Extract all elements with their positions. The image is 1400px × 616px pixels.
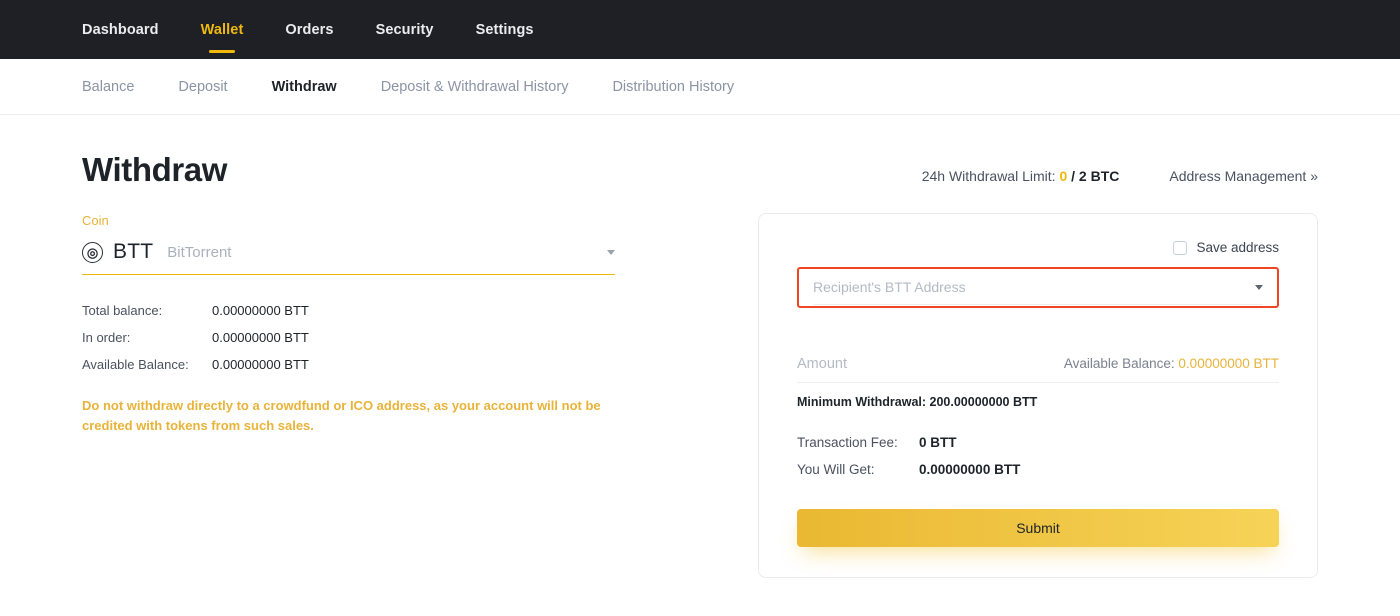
balance-value: 0.00000000 BTT — [212, 303, 309, 318]
nav-item-label: Dashboard — [82, 22, 159, 38]
nav-item-label: Security — [376, 22, 434, 38]
minimum-withdrawal-text: Minimum Withdrawal: 200.00000000 BTT — [797, 395, 1279, 409]
nav-item-settings[interactable]: Settings — [476, 0, 534, 59]
save-address-checkbox[interactable] — [1173, 241, 1187, 255]
withdrawal-limit-total: / 2 BTC — [1071, 168, 1119, 184]
amount-input[interactable] — [797, 356, 1064, 372]
transaction-fee-label: Transaction Fee: — [797, 435, 919, 450]
coin-name: BitTorrent — [167, 244, 607, 261]
nav-item-security[interactable]: Security — [376, 0, 434, 59]
btt-coin-icon: ◎ — [82, 242, 103, 263]
available-balance-label: Available Balance: — [1064, 356, 1175, 371]
tab-deposit[interactable]: Deposit — [178, 79, 227, 95]
balance-row: Available Balance: 0.00000000 BTT — [82, 357, 682, 372]
nav-item-wallet[interactable]: Wallet — [201, 0, 244, 59]
nav-item-orders[interactable]: Orders — [285, 0, 333, 59]
recipient-address-field-error-outline — [797, 267, 1279, 308]
nav-item-label: Settings — [476, 22, 534, 38]
chevron-down-icon — [607, 250, 615, 255]
coin-symbol: BTT — [113, 240, 153, 264]
you-will-get-value: 0.00000000 BTT — [919, 462, 1020, 477]
tab-balance[interactable]: Balance — [82, 79, 134, 95]
wallet-tab-bar: Balance Deposit Withdraw Deposit & Withd… — [0, 59, 1400, 115]
amount-field: Available Balance: 0.00000000 BTT — [797, 356, 1279, 383]
nav-item-label: Orders — [285, 22, 333, 38]
you-will-get-label: You Will Get: — [797, 462, 919, 477]
balance-row: Total balance: 0.00000000 BTT — [82, 303, 682, 318]
chevron-down-icon[interactable] — [1255, 285, 1263, 290]
page-body: Coin ◎ BTT BitTorrent Total balance: 0.0… — [0, 213, 1400, 578]
available-balance-hint: Available Balance: 0.00000000 BTT — [1064, 356, 1279, 371]
withdraw-form-card: Save address Available Balance: 0.000000… — [758, 213, 1318, 578]
balance-row: In order: 0.00000000 BTT — [82, 330, 682, 345]
coin-label: Coin — [82, 213, 682, 228]
balance-list: Total balance: 0.00000000 BTT In order: … — [82, 303, 682, 372]
balance-value: 0.00000000 BTT — [212, 357, 309, 372]
primary-navigation: Dashboard Wallet Orders Security Setting… — [0, 0, 1400, 59]
withdrawal-limit-used: 0 — [1059, 168, 1067, 184]
recipient-address-field — [813, 279, 1263, 305]
coin-selector[interactable]: ◎ BTT BitTorrent — [82, 240, 615, 275]
tab-deposit-withdrawal-history[interactable]: Deposit & Withdrawal History — [381, 79, 569, 95]
save-address-label[interactable]: Save address — [1196, 240, 1279, 255]
layout-spacer — [682, 213, 758, 578]
withdraw-form-panel: Save address Available Balance: 0.000000… — [758, 213, 1318, 578]
tab-distribution-history[interactable]: Distribution History — [612, 79, 734, 95]
withdrawal-warning-text: Do not withdraw directly to a crowdfund … — [82, 396, 647, 436]
page-header: Withdraw 24h Withdrawal Limit: 0 / 2 BTC… — [0, 115, 1400, 189]
balance-label: Available Balance: — [82, 357, 212, 372]
address-management-link[interactable]: Address Management » — [1169, 168, 1318, 184]
fee-row: Transaction Fee: 0 BTT — [797, 435, 1279, 450]
header-actions: 24h Withdrawal Limit: 0 / 2 BTC Address … — [922, 156, 1318, 184]
balance-label: Total balance: — [82, 303, 212, 318]
page-title: Withdraw — [82, 151, 227, 189]
fee-row: You Will Get: 0.00000000 BTT — [797, 462, 1279, 477]
withdrawal-limit-label: 24h Withdrawal Limit: — [922, 168, 1056, 184]
nav-item-label: Wallet — [201, 22, 244, 38]
fee-summary: Transaction Fee: 0 BTT You Will Get: 0.0… — [797, 435, 1279, 477]
nav-item-dashboard[interactable]: Dashboard — [82, 0, 159, 59]
balance-label: In order: — [82, 330, 212, 345]
transaction-fee-value: 0 BTT — [919, 435, 957, 450]
coin-panel: Coin ◎ BTT BitTorrent Total balance: 0.0… — [82, 213, 682, 578]
recipient-address-input[interactable] — [813, 279, 1255, 295]
withdrawal-limit: 24h Withdrawal Limit: 0 / 2 BTC — [922, 168, 1120, 184]
save-address-row: Save address — [797, 240, 1279, 255]
available-balance-value: 0.00000000 BTT — [1178, 356, 1279, 371]
submit-button[interactable]: Submit — [797, 509, 1279, 547]
tab-withdraw[interactable]: Withdraw — [272, 79, 337, 95]
balance-value: 0.00000000 BTT — [212, 330, 309, 345]
